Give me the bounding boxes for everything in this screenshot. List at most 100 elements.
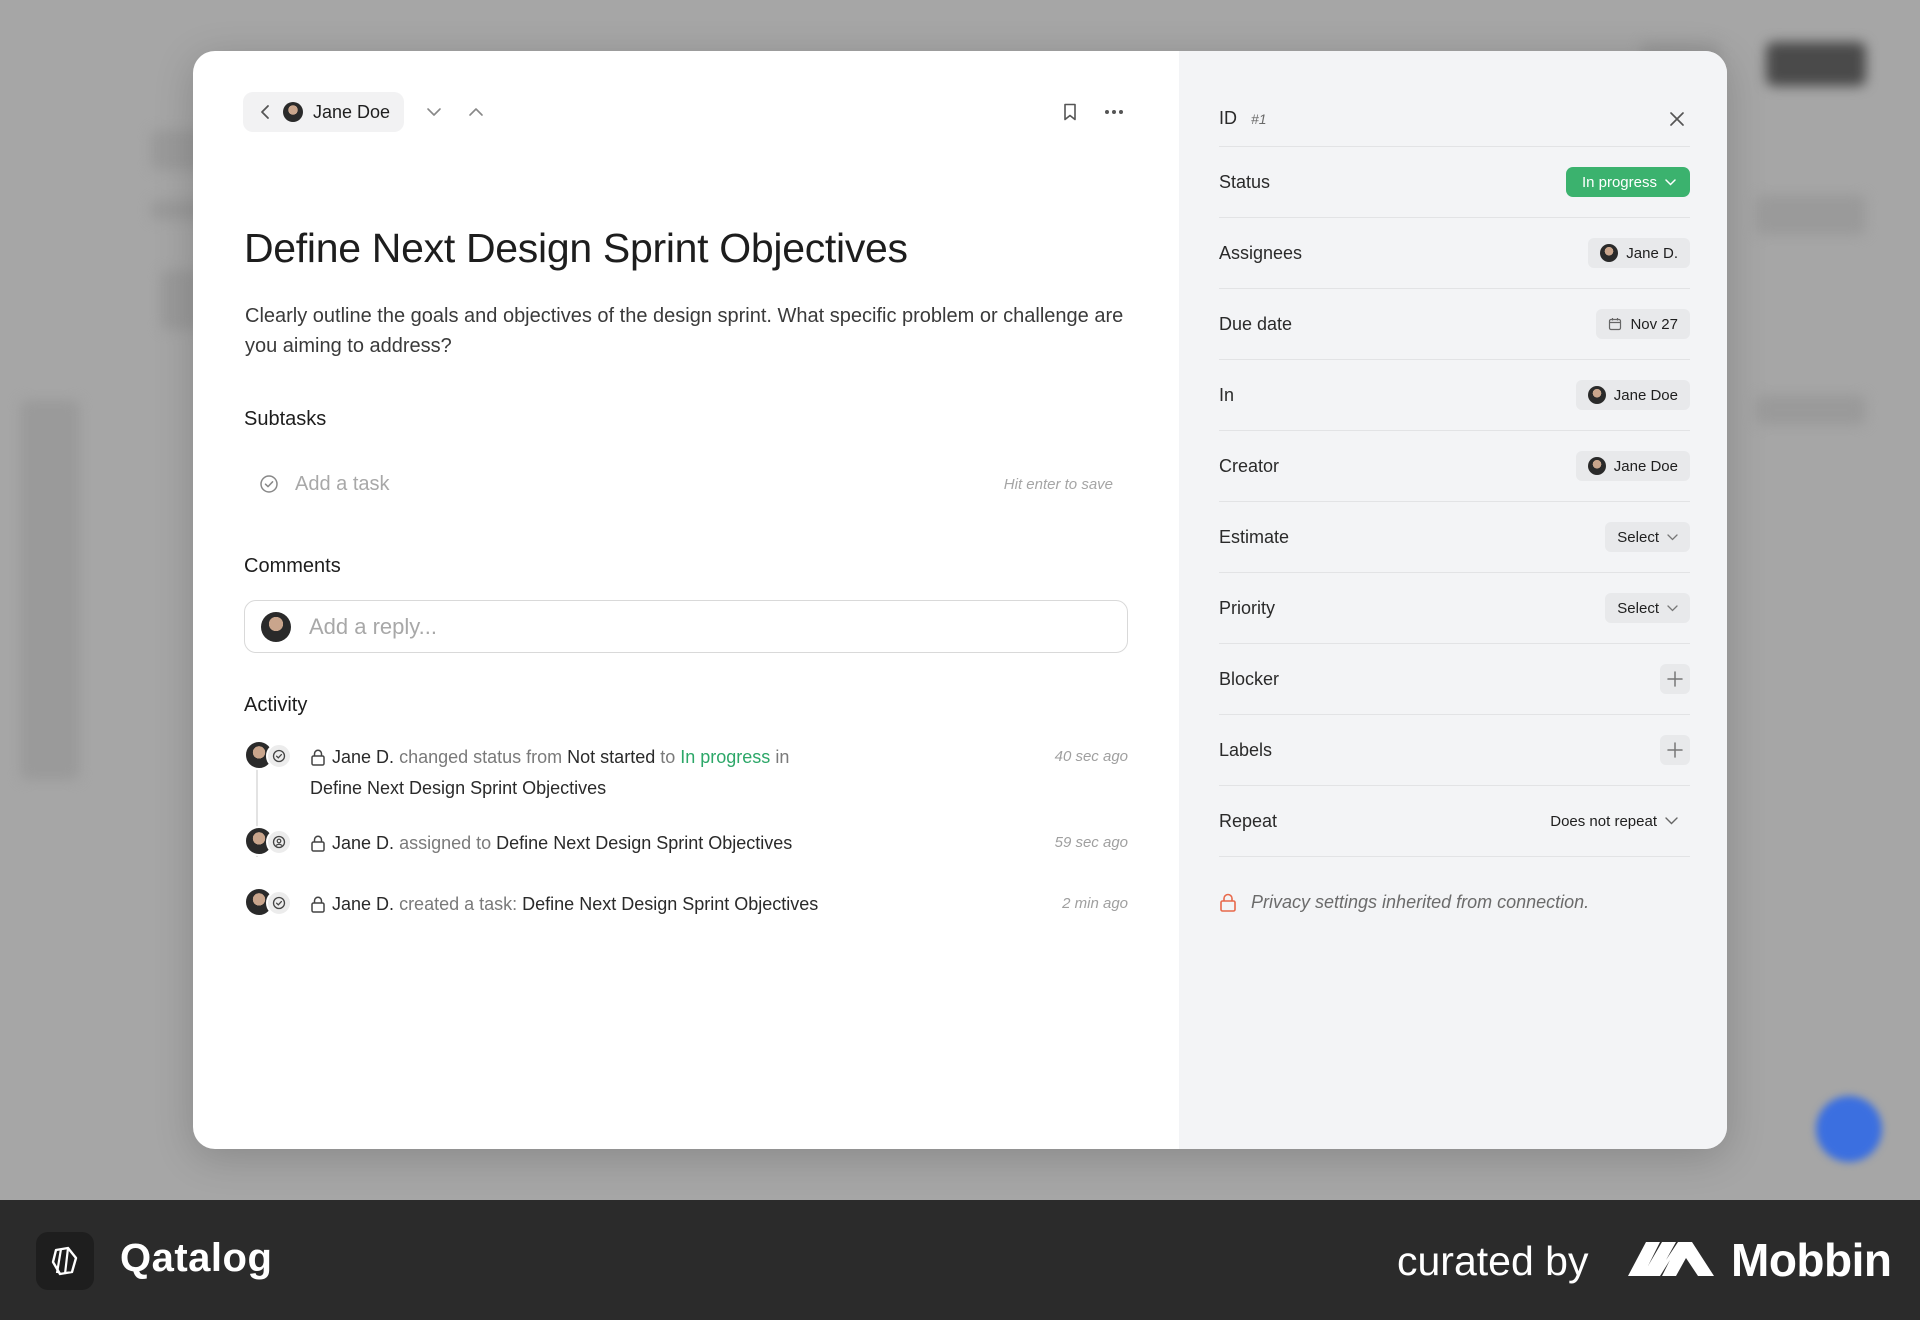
- repeat-row: Repeat Does not repeat: [1219, 786, 1690, 857]
- in-row: In Jane Doe: [1219, 360, 1690, 431]
- labels-label: Labels: [1219, 739, 1273, 760]
- activity-actor[interactable]: Jane D.: [332, 894, 394, 914]
- activity-timestamp: 59 sec ago: [1054, 834, 1128, 851]
- comments-heading: Comments: [244, 555, 341, 577]
- more-options-icon[interactable]: [1103, 100, 1125, 124]
- activity-from-status: Not started: [567, 747, 656, 767]
- activity-avatar-group: [244, 740, 296, 770]
- chevron-down-icon: [1667, 533, 1678, 540]
- chevron-down-icon[interactable]: [423, 101, 445, 123]
- activity-connector: to: [660, 747, 676, 767]
- privacy-text: Privacy settings inherited from connecti…: [1251, 892, 1590, 912]
- creator-chip[interactable]: Jane Doe: [1575, 451, 1690, 481]
- bg-blur-element: [1766, 42, 1866, 86]
- status-row: Status In progress: [1219, 147, 1690, 218]
- plus-icon: [1667, 671, 1683, 687]
- avatar: [261, 611, 291, 642]
- bg-blur-element: [20, 400, 80, 780]
- task-main-panel: Jane Doe Define Next Design Sprint Objec…: [193, 51, 1179, 1149]
- priority-value: Select: [1617, 599, 1659, 617]
- creator-value: Jane Doe: [1613, 457, 1678, 475]
- close-icon[interactable]: [1664, 106, 1690, 132]
- labels-row: Labels: [1219, 715, 1690, 786]
- in-label: In: [1219, 384, 1235, 405]
- chevron-left-icon: [257, 104, 273, 120]
- repeat-value: Does not repeat: [1550, 812, 1657, 830]
- activity-actor[interactable]: Jane D.: [332, 833, 394, 853]
- task-actions: [1059, 100, 1125, 124]
- due-date-picker[interactable]: Nov 27: [1596, 309, 1690, 339]
- in-chip[interactable]: Jane Doe: [1575, 380, 1690, 410]
- calendar-icon: [1609, 318, 1622, 331]
- chevron-up-icon[interactable]: [465, 101, 487, 123]
- activity-actor[interactable]: Jane D.: [332, 747, 394, 767]
- priority-dropdown[interactable]: Select: [1605, 593, 1690, 623]
- activity-connector: in: [775, 747, 790, 767]
- activity-text: Jane D. changed status from Not started …: [310, 743, 1010, 802]
- attribution-bar: Qatalog curated by Mobbin: [0, 1200, 1920, 1320]
- task-modal: Jane Doe Define Next Design Sprint Objec…: [193, 51, 1727, 1149]
- priority-row: Priority Select: [1219, 573, 1690, 644]
- id-label: ID: [1219, 108, 1237, 128]
- person-name: Jane Doe: [313, 101, 391, 122]
- status-label: Status: [1219, 171, 1271, 192]
- status-dropdown[interactable]: In progress: [1565, 167, 1690, 197]
- bg-blur-element: [1756, 395, 1866, 425]
- curated-by-text: curated by: [1397, 1238, 1589, 1284]
- activity-timestamp: 40 sec ago: [1054, 748, 1128, 765]
- task-description[interactable]: Clearly outline the goals and objectives…: [245, 301, 1125, 361]
- task-title[interactable]: Define Next Design Sprint Objectives: [244, 225, 908, 272]
- due-date-row: Due date Nov 27: [1219, 289, 1690, 360]
- privacy-notice: Privacy settings inherited from connecti…: [1219, 892, 1589, 913]
- app-name: Qatalog: [120, 1236, 273, 1280]
- avatar: [283, 102, 303, 122]
- task-navigation: [423, 101, 487, 123]
- person-nav-button[interactable]: Jane Doe: [243, 92, 405, 132]
- estimate-dropdown[interactable]: Select: [1605, 522, 1690, 552]
- assignees-label: Assignees: [1219, 242, 1303, 263]
- estimate-value: Select: [1617, 528, 1659, 546]
- activity-target-link[interactable]: Define Next Design Sprint Objectives: [496, 833, 792, 853]
- add-blocker-button[interactable]: [1660, 664, 1690, 694]
- activity-heading: Activity: [244, 694, 308, 716]
- subtasks-heading: Subtasks: [244, 408, 327, 430]
- chevron-down-icon: [1665, 817, 1678, 825]
- estimate-row: Estimate Select: [1219, 502, 1690, 573]
- bookmark-icon[interactable]: [1059, 100, 1081, 124]
- activity-timestamp: 2 min ago: [1062, 895, 1128, 912]
- reply-input[interactable]: [309, 613, 1089, 640]
- save-hint: Hit enter to save: [1003, 475, 1113, 493]
- activity-verb: created a task:: [399, 894, 518, 914]
- chevron-down-icon: [1665, 178, 1676, 186]
- activity-to-status: In progress: [680, 747, 771, 767]
- id-value: #1: [1251, 110, 1267, 127]
- lock-icon: [310, 893, 326, 921]
- activity-target-link[interactable]: Define Next Design Sprint Objectives: [522, 894, 818, 914]
- assignees-row: Assignees Jane D.: [1219, 218, 1690, 289]
- avatar: [1587, 386, 1606, 404]
- repeat-label: Repeat: [1219, 810, 1278, 831]
- add-task-input[interactable]: [295, 472, 895, 496]
- brand-name: Mobbin: [1731, 1234, 1892, 1286]
- assignee-chip[interactable]: Jane D.: [1588, 238, 1690, 268]
- in-value: Jane Doe: [1613, 386, 1678, 404]
- chevron-down-icon: [1667, 604, 1678, 611]
- activity-avatar-group: [244, 887, 296, 917]
- task-details-sidebar: ID #1 Status In progress Assignees Jane …: [1179, 51, 1727, 1149]
- check-circle-icon: [259, 474, 279, 494]
- bg-blur-element: [1816, 1096, 1882, 1162]
- bg-blur-element: [1756, 195, 1866, 235]
- assign-user-icon: [266, 829, 292, 855]
- creator-label: Creator: [1219, 455, 1280, 476]
- due-date-label: Due date: [1219, 313, 1293, 334]
- creator-row: Creator Jane Doe: [1219, 431, 1690, 502]
- repeat-dropdown[interactable]: Does not repeat: [1538, 806, 1690, 836]
- activity-verb: changed status from: [399, 747, 563, 767]
- activity-text: Jane D. created a task: Define Next Desi…: [310, 890, 1010, 921]
- activity-target-link[interactable]: Define Next Design Sprint Objectives: [310, 778, 606, 798]
- avatar: [1600, 244, 1619, 262]
- add-label-button[interactable]: [1660, 735, 1690, 765]
- qatalog-logo-icon: [36, 1232, 94, 1290]
- comment-box[interactable]: [244, 600, 1128, 653]
- id-row: ID #1: [1219, 91, 1690, 147]
